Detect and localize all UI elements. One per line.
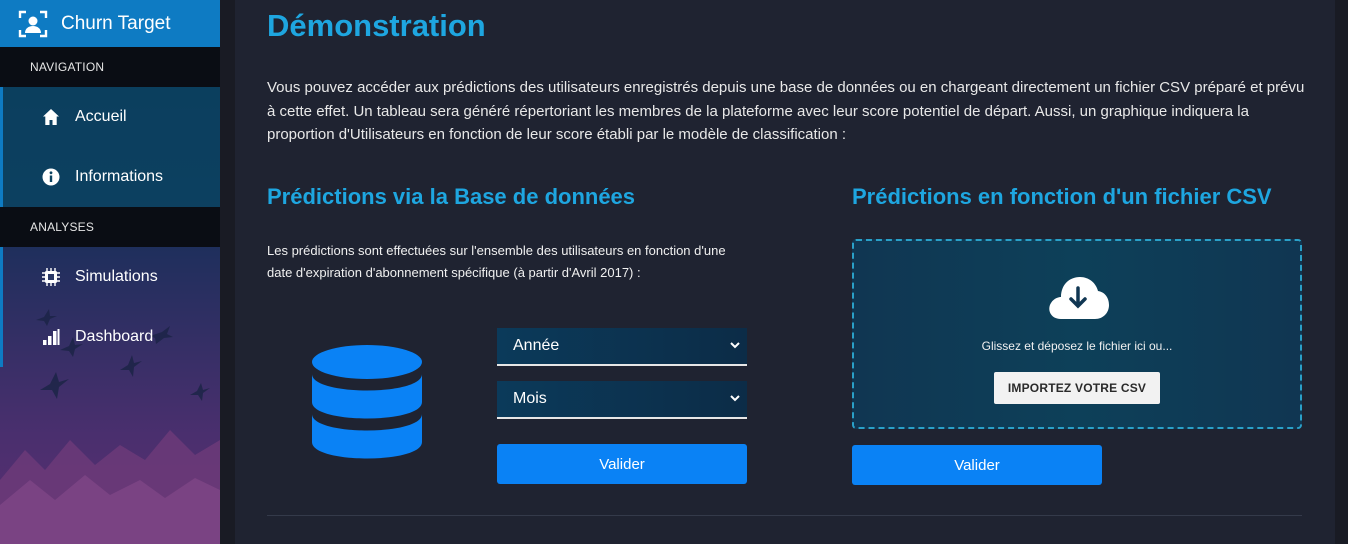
dropzone-text: Glissez et déposez le fichier ici ou...: [981, 339, 1173, 353]
chip-icon: [41, 267, 61, 287]
section-divider: [267, 515, 1302, 516]
month-select-value: Mois: [513, 390, 547, 407]
brand-title: Churn Target: [61, 12, 171, 34]
right-gutter: [1335, 0, 1348, 544]
sidebar-item-label: Accueil: [75, 108, 127, 125]
intro-paragraph: Vous pouvez accéder aux prédictions des …: [267, 79, 1305, 143]
csv-section-title: Prédictions en fonction d'un fichier CSV: [852, 184, 1272, 209]
chevron-down-icon: [730, 342, 740, 349]
sidebar-item-label: Simulations: [75, 268, 158, 285]
chevron-down-icon: [730, 395, 740, 402]
cloud-download-icon: [1049, 277, 1109, 319]
year-select-value: Année: [513, 337, 560, 354]
import-csv-button[interactable]: IMPORTEZ VOTRE CSV: [994, 372, 1160, 404]
nav-section-header-navigation: NAVIGATION: [0, 47, 220, 87]
content-gutter: [220, 0, 235, 544]
csv-validate-button[interactable]: Valider: [852, 445, 1102, 485]
info-icon: [41, 167, 61, 187]
database-icon: [312, 345, 422, 459]
brand-bar[interactable]: Churn Target: [0, 0, 220, 47]
sidebar: Churn Target NAVIGATION Accueil Informat…: [0, 0, 220, 544]
main-content: Démonstration Vous pouvez accéder aux pr…: [235, 0, 1335, 544]
sidebar-item-dashboard[interactable]: Dashboard: [0, 307, 220, 367]
home-icon: [41, 107, 61, 127]
db-validate-button[interactable]: Valider: [497, 444, 747, 484]
page-title: Démonstration: [267, 8, 486, 43]
sidebar-item-label: Dashboard: [75, 328, 154, 345]
db-section-title: Prédictions via la Base de données: [267, 184, 636, 209]
bar-chart-icon: [41, 327, 61, 347]
year-select[interactable]: Année: [497, 328, 747, 366]
db-section-description: Les prédictions sont effectuées sur l'en…: [267, 243, 726, 280]
nav-section-header-analyses: ANALYSES: [0, 207, 220, 247]
sidebar-item-informations[interactable]: Informations: [0, 147, 220, 207]
month-select[interactable]: Mois: [497, 381, 747, 419]
user-focus-icon: [18, 10, 48, 37]
sidebar-item-simulations[interactable]: Simulations: [0, 247, 220, 307]
sidebar-item-label: Informations: [75, 168, 164, 185]
sidebar-item-accueil[interactable]: Accueil: [0, 87, 220, 147]
csv-dropzone[interactable]: Glissez et déposez le fichier ici ou... …: [852, 239, 1302, 429]
